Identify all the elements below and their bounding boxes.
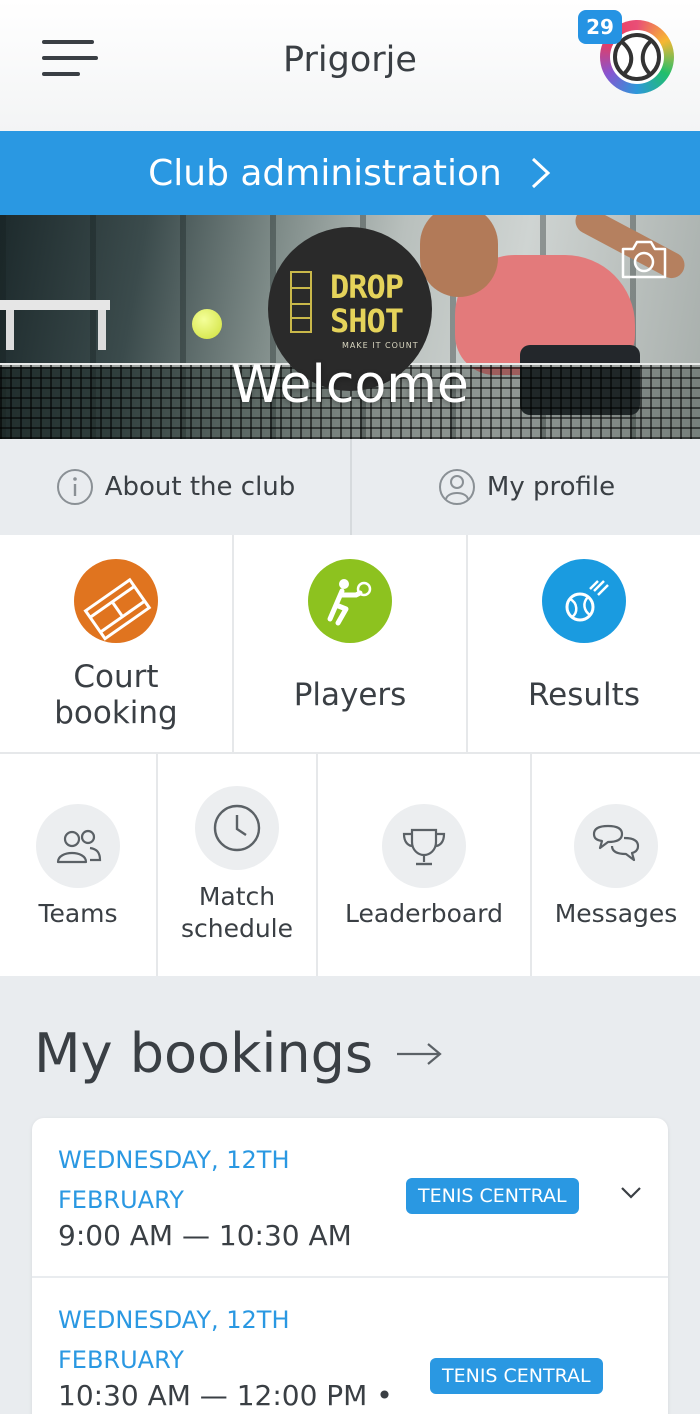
results-tile[interactable]: Results — [468, 535, 700, 754]
teams-label: Teams — [38, 899, 118, 928]
booking-date: WEDNESDAY, 12TH FEBRUARY — [58, 1306, 290, 1374]
ball-icon — [542, 559, 626, 643]
match-schedule-label-2: schedule — [180, 914, 294, 943]
results-label: Results — [528, 677, 640, 713]
page-title: Prigorje — [283, 40, 417, 80]
booking-time: 9:00 AM — 10:30 AM — [58, 1219, 352, 1252]
logo-tagline: MAKE IT COUNT — [342, 341, 419, 350]
my-bookings-title: My bookings — [34, 1022, 373, 1085]
messages-tile[interactable]: Messages — [532, 754, 700, 976]
logo-line2: SHOT — [330, 302, 404, 340]
clock-icon — [195, 786, 279, 870]
players-label: Players — [293, 677, 407, 713]
club-administration-label: Club administration — [148, 152, 502, 194]
booking-time: 10:30 AM — 12:00 PM • — [58, 1379, 393, 1412]
about-the-club-link[interactable]: About the club — [0, 439, 350, 535]
players-tile[interactable]: Players — [234, 535, 468, 754]
messages-label: Messages — [554, 899, 678, 928]
chevron-down-icon[interactable] — [620, 1186, 642, 1200]
booking-item[interactable]: WEDNESDAY, 12TH FEBRUARY 10:30 AM — 12:0… — [32, 1276, 668, 1414]
my-profile-label: My profile — [486, 472, 616, 502]
court-icon — [74, 559, 158, 643]
secondary-tiles: Teams Match schedule Leaderboard Message… — [0, 754, 700, 976]
camera-icon[interactable] — [619, 237, 669, 281]
user-icon — [438, 469, 475, 505]
hero-banner: DROP SHOT MAKE IT COUNT Welcome — [0, 215, 700, 439]
bookings-card: WEDNESDAY, 12TH FEBRUARY 9:00 AM — 10:30… — [32, 1118, 668, 1414]
welcome-text: Welcome — [231, 355, 469, 415]
court-booking-label-1: Court — [73, 659, 159, 695]
my-bookings-link[interactable]: My bookings — [34, 1022, 443, 1085]
leaderboard-label: Leaderboard — [345, 899, 503, 928]
court-badge: TENIS CENTRAL — [406, 1178, 579, 1214]
chevron-right-icon — [531, 157, 551, 189]
player-icon — [308, 559, 392, 643]
match-schedule-label-1: Match — [198, 882, 276, 911]
users-icon — [36, 804, 120, 888]
top-bar: Prigorje 29 — [0, 0, 700, 131]
court-badge: TENIS CENTRAL — [430, 1358, 603, 1394]
my-profile-link[interactable]: My profile — [350, 439, 700, 535]
quick-links: About the club My profile — [0, 439, 700, 535]
tennis-ball-image — [192, 309, 222, 339]
chat-icon — [574, 804, 658, 888]
trophy-icon — [382, 804, 466, 888]
booking-date: WEDNESDAY, 12TH FEBRUARY — [58, 1146, 290, 1214]
logo-line1: DROP — [330, 268, 404, 306]
court-booking-label-2: booking — [54, 695, 178, 731]
club-administration-button[interactable]: Club administration — [0, 131, 700, 215]
teams-tile[interactable]: Teams — [0, 754, 158, 976]
info-icon — [56, 469, 93, 505]
court-booking-tile[interactable]: Court booking — [0, 535, 234, 754]
arrow-right-icon — [396, 1042, 442, 1065]
main-tiles: Court booking Players Results — [0, 535, 700, 754]
booking-item[interactable]: WEDNESDAY, 12TH FEBRUARY 9:00 AM — 10:30… — [32, 1118, 668, 1276]
leaderboard-tile[interactable]: Leaderboard — [318, 754, 532, 976]
about-the-club-label: About the club — [104, 472, 296, 502]
notification-badge[interactable]: 29 — [578, 10, 622, 44]
match-schedule-tile[interactable]: Match schedule — [158, 754, 318, 976]
